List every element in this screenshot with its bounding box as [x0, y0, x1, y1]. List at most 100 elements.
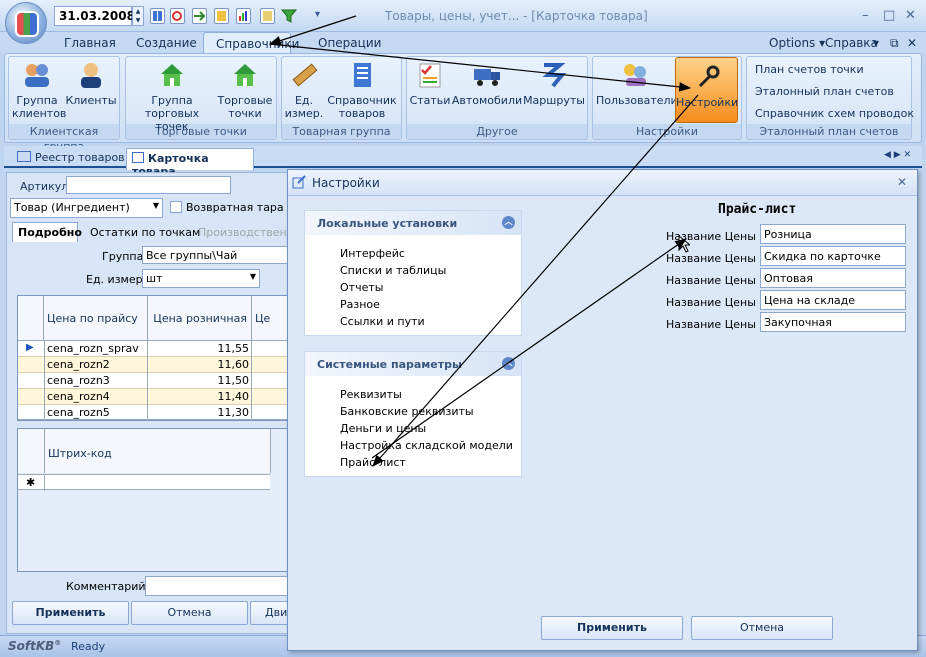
- mdi-close-button[interactable]: ✕: [907, 36, 917, 50]
- help-menu[interactable]: Справка: [825, 36, 878, 50]
- options-menu[interactable]: Options ▾: [769, 36, 825, 50]
- sale-point-groups-button[interactable]: Группа торговых точек: [128, 60, 216, 133]
- settings-item-interface[interactable]: Интерфейс: [340, 247, 405, 260]
- tab-create[interactable]: Создание: [136, 36, 197, 50]
- tab-references[interactable]: Справочники: [203, 32, 299, 54]
- price-name-4-input[interactable]: Цена на складе: [760, 290, 906, 310]
- products-directory-button[interactable]: Справочник товаров: [326, 60, 398, 120]
- price-name-5-label: Название Цены 5: [666, 318, 767, 331]
- collapse-icon[interactable]: ︿: [502, 357, 515, 370]
- price-name-5-input[interactable]: Закупочная: [760, 312, 906, 332]
- filter-icon[interactable]: [280, 8, 298, 27]
- article-input[interactable]: [66, 176, 231, 194]
- sale-points-button[interactable]: Торговые точки: [216, 60, 274, 120]
- settings-item-misc[interactable]: Разное: [340, 298, 380, 311]
- quick-access-list-icon[interactable]: [260, 8, 275, 24]
- settings-item-money-prices[interactable]: Деньги и цены: [340, 422, 426, 435]
- movements-button[interactable]: Движ: [250, 601, 297, 625]
- status-text: Ready: [71, 640, 106, 653]
- price-name-2-input[interactable]: Скидка по карточке: [760, 246, 906, 266]
- date-spinner[interactable]: ▲ ▼: [132, 6, 144, 26]
- apply-button[interactable]: Применить: [12, 601, 129, 625]
- quick-access-report-icon[interactable]: [214, 8, 229, 24]
- unit-select[interactable]: шт ▼: [142, 269, 260, 288]
- grid-line: [147, 340, 148, 421]
- client-icon: [76, 60, 106, 90]
- units-button[interactable]: Ед. измер.: [284, 60, 324, 120]
- tab-product-card[interactable]: Карточка товара: [126, 148, 254, 178]
- client-groups-button[interactable]: Группа клиентов: [12, 60, 66, 120]
- new-row-icon: ✱: [26, 476, 36, 489]
- settings-item-reports[interactable]: Отчеты: [340, 281, 383, 294]
- table-row[interactable]: ▶ cena_rozn_sprav 11,55: [18, 340, 289, 356]
- brand-logo: SoftKB®: [8, 639, 62, 653]
- clients-button[interactable]: Клиенты: [64, 60, 118, 107]
- date-field[interactable]: 31.03.2008: [54, 6, 135, 26]
- quick-access-refresh-icon[interactable]: [170, 8, 185, 24]
- quick-access-import-icon[interactable]: [192, 8, 207, 24]
- table-row[interactable]: cena_rozn3 11,50: [18, 372, 289, 388]
- store-group-icon: [157, 60, 187, 90]
- dialog-title: Настройки: [312, 176, 380, 190]
- system-settings-header[interactable]: Системные параметры ︿: [305, 352, 521, 376]
- settings-dialog: Настройки ✕ Локальные установки ︿ Интерфе…: [287, 169, 918, 651]
- dialog-apply-button[interactable]: Применить: [541, 616, 683, 640]
- dialog-cancel-button[interactable]: Отмена: [691, 616, 833, 640]
- col-header-retail[interactable]: Цена розничная: [148, 296, 252, 340]
- tab-product-registry[interactable]: Реестр товаров: [12, 148, 130, 168]
- store-icon: [230, 60, 260, 90]
- table-row[interactable]: cena_rozn2 11,60: [18, 356, 289, 372]
- settings-button[interactable]: Настройки: [675, 57, 738, 123]
- subtab-details[interactable]: Подробно: [12, 222, 82, 242]
- subtab-production[interactable]: Производственн: [198, 226, 294, 239]
- catalog-icon: [347, 60, 377, 90]
- settings-item-lists[interactable]: Списки и таблицы: [340, 264, 446, 277]
- col-header-price-list[interactable]: Цена по прайсу: [44, 296, 148, 340]
- new-row[interactable]: ✱: [18, 474, 270, 491]
- posting-schemes-link[interactable]: Справочник схем проводок: [755, 107, 914, 120]
- point-accounts-link[interactable]: План счетов точки: [755, 63, 864, 76]
- table-row[interactable]: cena_rozn4 11,40: [18, 388, 289, 404]
- restore-button[interactable]: ⧉: [890, 36, 899, 51]
- price-name-3-input[interactable]: Оптовая: [760, 268, 906, 288]
- local-settings-header[interactable]: Локальные установки ︿: [305, 211, 521, 235]
- settings-item-price-list[interactable]: Прайс-лист: [340, 456, 406, 469]
- settings-item-bank-requisites[interactable]: Банковские реквизиты: [340, 405, 474, 418]
- quick-access-columns-icon[interactable]: [150, 8, 165, 24]
- price-name-1-input[interactable]: Розница: [760, 224, 906, 244]
- grid-line: [251, 340, 252, 421]
- users-key-icon: [620, 60, 650, 90]
- routes-button[interactable]: Маршруты: [523, 60, 585, 107]
- minimize-button[interactable]: –: [862, 8, 869, 23]
- settings-item-links-paths[interactable]: Ссылки и пути: [340, 315, 425, 328]
- client-groups-icon: [22, 60, 52, 90]
- close-button[interactable]: ✕: [905, 8, 916, 23]
- tab-operations[interactable]: Операции: [318, 36, 381, 50]
- reference-accounts-link[interactable]: Эталонный план счетов: [755, 85, 894, 98]
- quick-access-more-button[interactable]: ▾: [315, 9, 320, 20]
- product-type-select[interactable]: Товар (Ингредиент) ▼: [10, 198, 163, 218]
- group-field[interactable]: Все группы\Чай: [142, 246, 288, 264]
- quick-access-chart-icon[interactable]: [236, 8, 251, 24]
- dialog-close-button[interactable]: ✕: [897, 175, 907, 189]
- comment-label: Комментарий: [66, 580, 146, 593]
- cancel-button[interactable]: Отмена: [131, 601, 248, 625]
- subtab-stock[interactable]: Остатки по точкам: [90, 226, 200, 239]
- collapse-icon[interactable]: ︿: [502, 216, 515, 229]
- maximize-button[interactable]: □: [883, 8, 895, 23]
- returnable-checkbox[interactable]: [170, 201, 182, 213]
- articles-button[interactable]: Статьи: [409, 60, 451, 107]
- tab-nav-icons[interactable]: ◀ ▶ ✕: [884, 150, 911, 160]
- pin-icon[interactable]: ▾: [873, 36, 879, 50]
- table-row[interactable]: cena_rozn5 11,30: [18, 404, 289, 420]
- users-button[interactable]: Пользователи: [596, 60, 678, 107]
- vehicles-button[interactable]: Автомобили: [451, 60, 523, 107]
- tab-home[interactable]: Главная: [64, 36, 116, 50]
- comment-input[interactable]: [145, 576, 288, 596]
- app-orb-button[interactable]: [5, 2, 47, 44]
- settings-item-warehouse-model[interactable]: Настройка складской модели: [340, 439, 513, 452]
- col-header-barcode[interactable]: Штрих-код: [45, 429, 271, 473]
- col-header-other[interactable]: Це: [252, 296, 292, 340]
- price-name-3-label: Название Цены 3: [666, 274, 767, 287]
- settings-item-requisites[interactable]: Реквизиты: [340, 388, 402, 401]
